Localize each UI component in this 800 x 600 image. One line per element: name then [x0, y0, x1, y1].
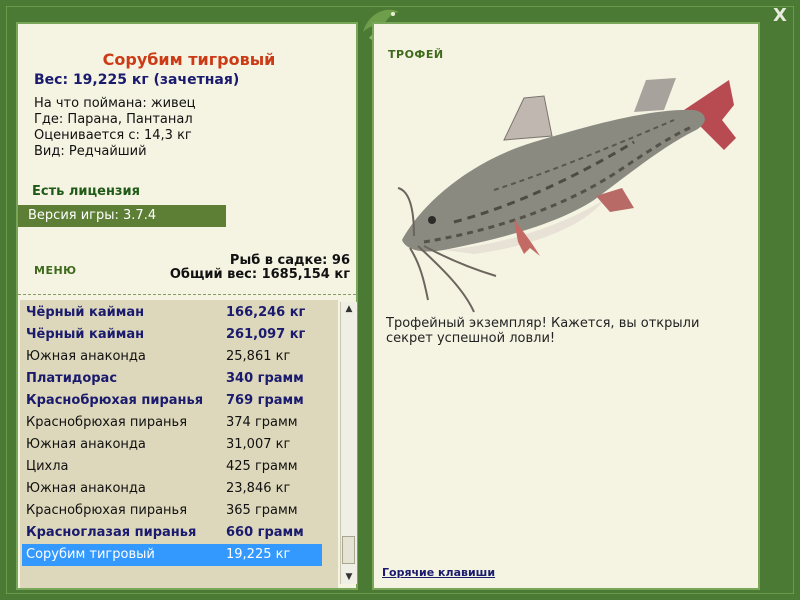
- list-item-weight: 340 грамм: [226, 371, 304, 386]
- list-scrollbar[interactable]: ▲ ▼: [340, 302, 357, 584]
- list-item-name: Краснобрюхая пиранья: [26, 503, 188, 518]
- window-frame: X Сорубим тигровый Вес: 19,225 кг (зачет…: [0, 0, 800, 600]
- fish-weight: Вес: 19,225 кг (зачетная): [34, 72, 240, 88]
- list-item-name: Платидорас: [26, 371, 118, 386]
- scrollbar-thumb[interactable]: [342, 536, 355, 564]
- fish-title: Сорубим тигровый: [102, 50, 276, 69]
- list-item[interactable]: Южная анаконда 31,007 кг: [22, 434, 322, 456]
- info-location: Где: Парана, Пантанал: [34, 112, 193, 127]
- list-item-name: Чёрный кайман: [26, 305, 145, 320]
- list-item-name: Чёрный кайман: [26, 327, 145, 342]
- license-status: Есть лицензия: [32, 184, 140, 199]
- list-item-name: Краснобрюхая пиранья: [26, 415, 188, 430]
- list-item-weight: 23,846 кг: [226, 481, 291, 496]
- scroll-up-arrow-icon[interactable]: ▲: [341, 302, 357, 316]
- list-item[interactable]: Чёрный кайман 166,246 кг: [22, 302, 322, 324]
- list-item[interactable]: Южная анаконда 23,846 кг: [22, 478, 322, 500]
- list-item-weight: 31,007 кг: [226, 437, 291, 452]
- catch-list[interactable]: Чёрный кайман 166,246 кг Чёрный кайман 2…: [20, 300, 338, 588]
- list-item-weight: 365 грамм: [226, 503, 298, 518]
- tiger-catfish-image: [397, 78, 736, 313]
- list-item-weight: 25,861 кг: [226, 349, 291, 364]
- catch-count: Рыб в садке: 96: [229, 253, 350, 268]
- list-item[interactable]: Краснобрюхая пиранья 365 грамм: [22, 500, 322, 522]
- list-item-weight: 166,246 кг: [226, 305, 306, 320]
- info-rated-from: Оценивается с: 14,3 кг: [34, 128, 192, 143]
- scroll-down-arrow-icon[interactable]: ▼: [341, 570, 357, 584]
- catch-stats: Рыб в садке: 96 Общий вес: 1685,154 кг: [170, 254, 350, 282]
- menu-button[interactable]: МЕНЮ: [34, 264, 77, 277]
- list-item[interactable]: Чёрный кайман 261,097 кг: [22, 324, 322, 346]
- list-item[interactable]: Цихла 425 грамм: [22, 456, 322, 478]
- close-button[interactable]: X: [770, 6, 790, 26]
- list-item-weight: 660 грамм: [226, 525, 304, 540]
- list-item-name: Южная анаконда: [26, 437, 146, 452]
- list-item-selected[interactable]: Сорубим тигровый 19,225 кг: [22, 544, 322, 566]
- list-item-name: Красноглазая пиранья: [26, 525, 197, 540]
- list-item-weight: 425 грамм: [226, 459, 298, 474]
- list-item-weight: 769 грамм: [226, 393, 304, 408]
- list-item-name: Южная анаконда: [26, 349, 146, 364]
- info-species: Вид: Редчайший: [34, 144, 147, 159]
- fish-info-panel: Сорубим тигровый Вес: 19,225 кг (зачетна…: [16, 22, 358, 590]
- list-item-name: Цихла: [26, 459, 69, 474]
- catch-total-weight: Общий вес: 1685,154 кг: [169, 267, 350, 282]
- list-item[interactable]: Красноглазая пиранья 660 грамм: [22, 522, 322, 544]
- trophy-panel: ТРОФЕЙ Трофейный экземпляр! Кажется, вы …: [372, 22, 760, 590]
- list-item-weight: 19,225 кг: [226, 547, 291, 562]
- divider: [18, 294, 356, 295]
- list-item[interactable]: Краснобрюхая пиранья 374 грамм: [22, 412, 322, 434]
- close-icon: X: [773, 5, 787, 26]
- trophy-message: Трофейный экземпляр! Кажется, вы открыли…: [386, 316, 700, 346]
- list-item-weight: 374 грамм: [226, 415, 298, 430]
- list-item-name: Сорубим тигровый: [26, 547, 155, 562]
- list-item[interactable]: Краснобрюхая пиранья 769 грамм: [22, 390, 322, 412]
- list-item-name: Южная анаконда: [26, 481, 146, 496]
- list-item[interactable]: Платидорас 340 грамм: [22, 368, 322, 390]
- version-bar: Версия игры: 3.7.4: [18, 205, 226, 227]
- hotkeys-link[interactable]: Горячие клавиши: [382, 566, 495, 579]
- list-item[interactable]: Южная анаконда 25,861 кг: [22, 346, 322, 368]
- list-item-weight: 261,097 кг: [226, 327, 306, 342]
- list-item-name: Краснобрюхая пиранья: [26, 393, 204, 408]
- info-bait: На что поймана: живец: [34, 96, 196, 111]
